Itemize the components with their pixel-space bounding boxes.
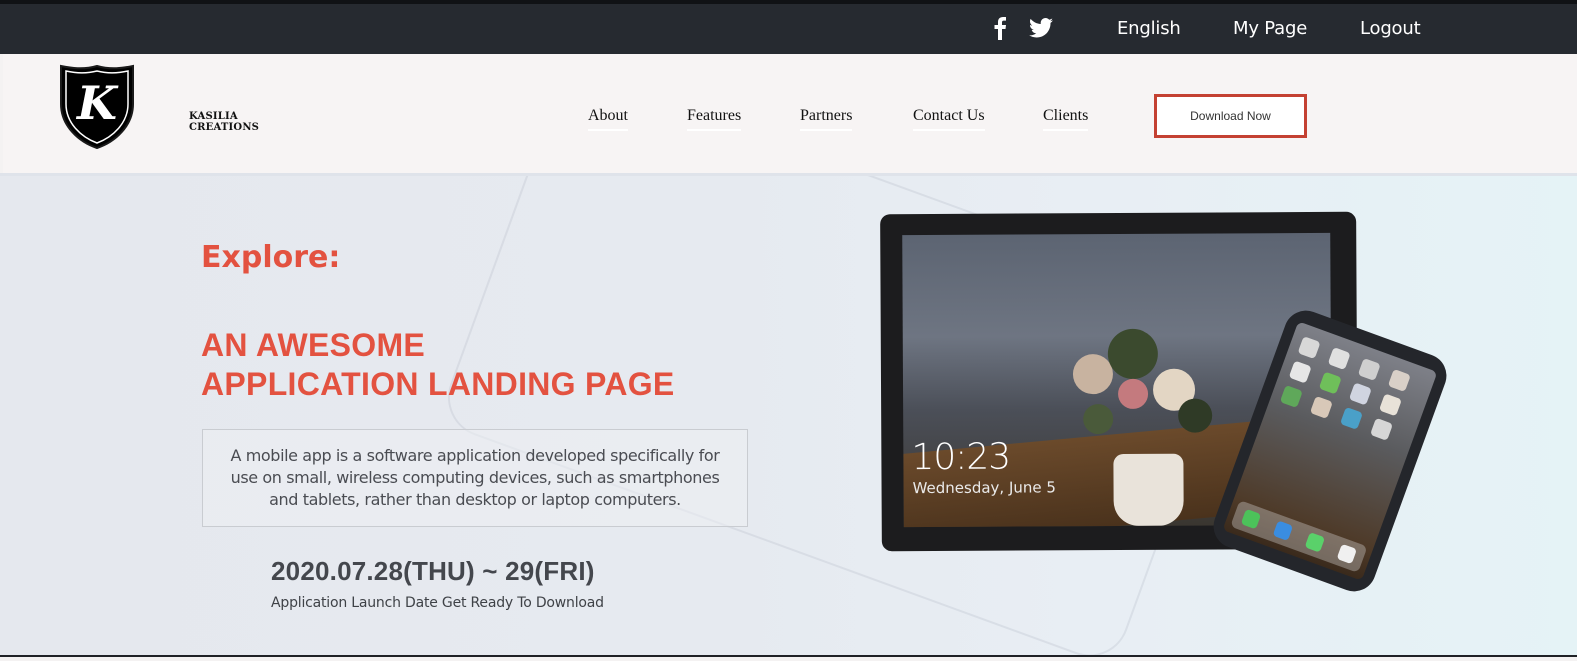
brand-name: KASILIA CREATIONS: [189, 111, 260, 133]
headline-line-1: AN AWESOME: [201, 327, 426, 363]
messages-app-icon: [1304, 532, 1326, 553]
app-icon: [1327, 347, 1351, 371]
app-icon: [1378, 393, 1402, 417]
lockscreen-time: 10:23: [911, 436, 1011, 479]
nav-contact-us[interactable]: Contact Us: [913, 107, 985, 131]
nav-partners[interactable]: Partners: [800, 107, 853, 131]
logo[interactable]: K KASILIA CREATIONS: [59, 64, 259, 150]
bottom-divider: [0, 655, 1577, 657]
phone-app-icon: [1240, 508, 1262, 530]
nav-features[interactable]: Features: [687, 107, 742, 131]
app-icon: [1369, 417, 1394, 441]
nav-about[interactable]: About: [588, 107, 628, 131]
headline-line-2: APPLICATION LANDING PAGE: [201, 366, 675, 402]
app-grid: [1279, 336, 1411, 441]
hero-eyebrow: Explore:: [201, 240, 341, 275]
hero-section: Explore: AN AWESOME APPLICATION LANDING …: [0, 173, 1577, 657]
app-icon: [1279, 384, 1303, 409]
hero-description: A mobile app is a software application d…: [230, 446, 720, 509]
description-box: A mobile app is a software application d…: [202, 429, 748, 527]
app-icon: [1297, 336, 1321, 360]
hero-headline: AN AWESOME APPLICATION LANDING PAGE: [201, 326, 675, 404]
flower-illustration: [1107, 328, 1158, 380]
app-icon: [1339, 406, 1363, 430]
nav-clients[interactable]: Clients: [1043, 107, 1089, 131]
flower-illustration: [1117, 378, 1149, 410]
music-app-icon: [1336, 543, 1358, 565]
app-icon: [1288, 360, 1312, 384]
phone-dock: [1230, 500, 1368, 573]
app-icon: [1387, 368, 1411, 392]
app-icon: [1318, 371, 1342, 395]
download-now-button[interactable]: Download Now: [1154, 94, 1307, 138]
twitter-icon[interactable]: [1027, 14, 1055, 42]
shield-logo-icon: K: [60, 64, 134, 150]
logo-letter: K: [75, 76, 119, 130]
my-page-link[interactable]: My Page: [1233, 18, 1307, 39]
flower-illustration: [1072, 354, 1114, 395]
lockscreen-date: Wednesday, June 5: [912, 478, 1056, 498]
launch-date: 2020.07.28(THU) ~ 29(FRI): [271, 556, 595, 586]
top-bar: English My Page Logout: [0, 0, 1577, 54]
vase-illustration: [1113, 453, 1184, 527]
app-icon: [1309, 395, 1333, 419]
app-icon: [1348, 382, 1372, 406]
safari-app-icon: [1272, 520, 1294, 541]
logout-link[interactable]: Logout: [1360, 18, 1421, 39]
flower-illustration: [1083, 404, 1114, 435]
facebook-icon[interactable]: [990, 14, 1010, 42]
main-header: K KASILIA CREATIONS About Features Partn…: [3, 54, 1577, 173]
language-link[interactable]: English: [1117, 18, 1181, 39]
app-icon: [1357, 357, 1381, 382]
launch-caption: Application Launch Date Get Ready To Dow…: [271, 595, 604, 611]
flower-illustration: [1178, 398, 1213, 433]
